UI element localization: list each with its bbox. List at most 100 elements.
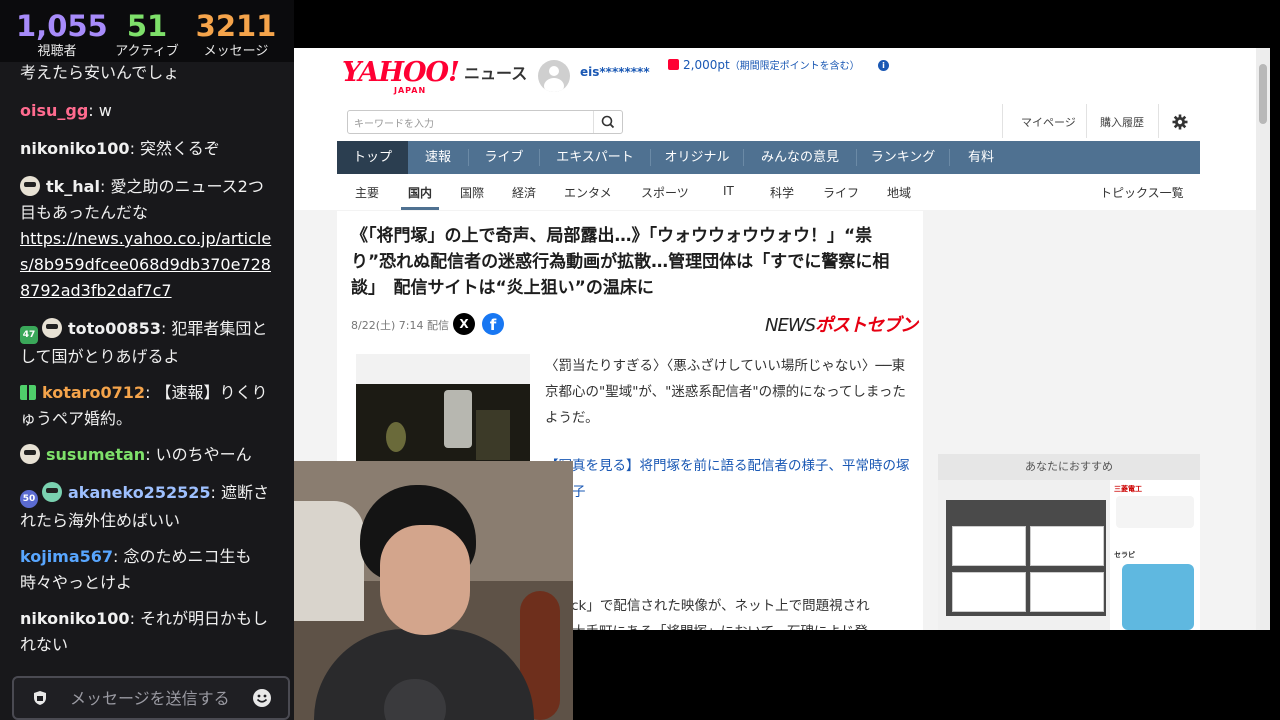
- chat-message: susumetan: いのちやーん: [20, 442, 278, 468]
- source-logo[interactable]: NEWSポストセブン: [765, 311, 918, 337]
- nav-expert[interactable]: エキスパート: [540, 141, 650, 174]
- ad-card: [952, 572, 1026, 612]
- subnav-it[interactable]: IT: [723, 184, 734, 198]
- gift-badge-icon: [20, 385, 36, 400]
- chat-username[interactable]: nikoniko100: [20, 139, 130, 158]
- viewers-stat: 1,055 視聴者: [16, 8, 108, 60]
- chat-message: kojima567: 念のためニコ生も時々やっとけよ: [20, 547, 252, 592]
- photo-link[interactable]: 【写真を見る】将門塚を前に語る配信者の様子、平常時の塚の様子: [545, 453, 911, 505]
- topics-list-link[interactable]: トピックス一覧: [1100, 184, 1184, 201]
- chat-username[interactable]: oisu_gg: [20, 101, 88, 120]
- yahoo-logo[interactable]: YAHOO! JAPAN: [342, 58, 460, 96]
- emoji-icon[interactable]: [252, 688, 272, 708]
- viewers-count: 1,055: [16, 9, 108, 43]
- webcam-person-face: [380, 525, 470, 635]
- points-note: （期間限定ポイントを含む）: [729, 61, 860, 72]
- chat-username[interactable]: toto00853: [68, 319, 161, 338]
- viewers-label: 視聴者: [37, 44, 77, 59]
- subnav-region[interactable]: 地域: [887, 184, 911, 201]
- subnav-international[interactable]: 国際: [460, 184, 484, 201]
- ninja-badge-icon: [20, 444, 40, 464]
- scrollbar-thumb[interactable]: [1259, 64, 1267, 124]
- active-label: アクティブ: [115, 44, 179, 59]
- article-thumbnail[interactable]: [356, 384, 530, 464]
- subnav-main[interactable]: 主要: [355, 184, 379, 201]
- search-placeholder: キーワードを入力: [354, 119, 434, 130]
- subnav-domestic[interactable]: 国内: [408, 184, 432, 201]
- chat-username[interactable]: susumetan: [46, 445, 145, 464]
- search-input[interactable]: キーワードを入力: [347, 110, 623, 134]
- scrollbar-track[interactable]: [1256, 48, 1270, 630]
- yahoo-logo-sub: JAPAN: [394, 86, 427, 95]
- chat-message: nikoniko100: それが明日かもしれない: [20, 609, 269, 654]
- thumbnail-shape: [476, 410, 510, 460]
- nav-top[interactable]: トップ: [337, 141, 408, 174]
- article-paragraph: 田区大手町にある「将門塚」において、石碑によじ登: [545, 619, 911, 630]
- ninja-badge-icon: [42, 482, 62, 502]
- user-name[interactable]: eis********: [580, 65, 650, 79]
- chat-username[interactable]: tk_hal: [46, 177, 100, 196]
- divider: [1086, 104, 1087, 138]
- ad-brand-label[interactable]: 三菱電工: [1114, 484, 1198, 494]
- article-title: 《「将門塚」の上で奇声、局部露出…》「ウォウウォウウォウ！」“祟り”恐れぬ配信者…: [351, 226, 890, 298]
- mypage-link[interactable]: マイページ: [1021, 114, 1076, 130]
- divider: [1158, 104, 1159, 138]
- gear-icon[interactable]: [1172, 114, 1188, 130]
- chat-username[interactable]: akaneko252525: [68, 483, 210, 502]
- pillow-image[interactable]: [1122, 564, 1194, 630]
- sub-nav: 主要 国内 国際 経済 エンタメ スポーツ IT 科学 ライフ 地域: [337, 174, 1200, 210]
- chat-message: 考えたら安いんでしょ: [20, 62, 278, 86]
- nav-breaking[interactable]: 速報: [408, 141, 468, 174]
- chat-text: いのちやーん: [150, 445, 252, 464]
- purchase-history-link[interactable]: 購入履歴: [1100, 114, 1144, 130]
- chat-link[interactable]: https://news.yahoo.co.jp/articles/8b959d…: [20, 229, 271, 300]
- chat-panel: 考えたら安いんでしょ oisu_gg: w nikoniko100: 突然くるぞ…: [0, 62, 294, 720]
- ad-brand-label[interactable]: セラピ: [1114, 550, 1198, 560]
- info-icon[interactable]: i: [878, 60, 889, 71]
- subnav-economy[interactable]: 経済: [512, 184, 536, 201]
- nav-live[interactable]: ライブ: [469, 141, 539, 174]
- nav-original[interactable]: オリジナル: [651, 141, 743, 174]
- x-share-icon[interactable]: X: [453, 313, 475, 335]
- chat-text: 突然くるぞ: [134, 139, 220, 158]
- messages-count: 3211: [195, 9, 277, 43]
- chat-message: nikoniko100: 突然くるぞ: [20, 139, 220, 158]
- active-stat: 51 アクティブ: [106, 8, 188, 60]
- article-paragraph: 〈罰当たりすぎる〉〈悪ふざけしていい場所じゃない〉──東京都心の"聖域"が、"迷…: [545, 358, 906, 426]
- ad-image[interactable]: [938, 480, 1110, 630]
- webcam-curtain: [294, 501, 364, 621]
- subnav-entertainment[interactable]: エンタメ: [564, 184, 612, 201]
- chat-message: oisu_gg: w: [20, 101, 112, 120]
- ad-card: [1030, 572, 1104, 612]
- chat-message: tk_hal: 愛之助のニュース2つ目もあったんだな https://news.…: [20, 176, 272, 300]
- points-info[interactable]: 2,000pt（期間限定ポイントを含む）: [683, 57, 860, 72]
- nav-ranking[interactable]: ランキング: [857, 141, 949, 174]
- avatar[interactable]: [538, 60, 570, 92]
- chat-input[interactable]: メッセージを送信する: [12, 676, 290, 720]
- subnav-science[interactable]: 科学: [770, 184, 794, 201]
- nav-paid[interactable]: 有料: [950, 141, 1012, 174]
- aircon-image[interactable]: [1116, 496, 1194, 528]
- messages-stat: 3211 メッセージ: [194, 8, 278, 60]
- chat-username[interactable]: nikoniko100: [20, 609, 130, 628]
- recommendation-box: あなたにおすすめ 三菱電工 セラピ: [938, 454, 1200, 630]
- search-button[interactable]: [593, 111, 622, 133]
- subnav-sports[interactable]: スポーツ: [641, 184, 689, 201]
- search-icon: [601, 115, 615, 129]
- chat-input-placeholder: メッセージを送信する: [70, 689, 230, 708]
- points-value: 2,000pt: [683, 58, 730, 72]
- stream-stats-bar: 1,055 視聴者 51 アクティブ 3211 メッセージ: [0, 0, 294, 62]
- shield-icon[interactable]: [32, 690, 48, 706]
- chat-username[interactable]: kotaro0712: [42, 383, 145, 402]
- thumbnail-shape: [444, 390, 472, 448]
- chat-username[interactable]: kojima567: [20, 547, 113, 566]
- chat-message: kotaro0712: 【速報】りくりゅうペア婚約。: [20, 383, 268, 428]
- section-label[interactable]: ニュース: [464, 60, 527, 84]
- facebook-share-icon[interactable]: f: [482, 313, 504, 335]
- thumbnail-shape: [386, 422, 406, 452]
- subnav-life[interactable]: ライフ: [823, 184, 859, 201]
- points-icon: [668, 59, 679, 70]
- chat-message: 47 toto00853: 犯罪者集団として国がとりあげるよ: [20, 318, 268, 366]
- nav-opinions[interactable]: みんなの意見: [744, 141, 856, 174]
- article-date: 8/22(土) 7:14 配信: [351, 319, 449, 332]
